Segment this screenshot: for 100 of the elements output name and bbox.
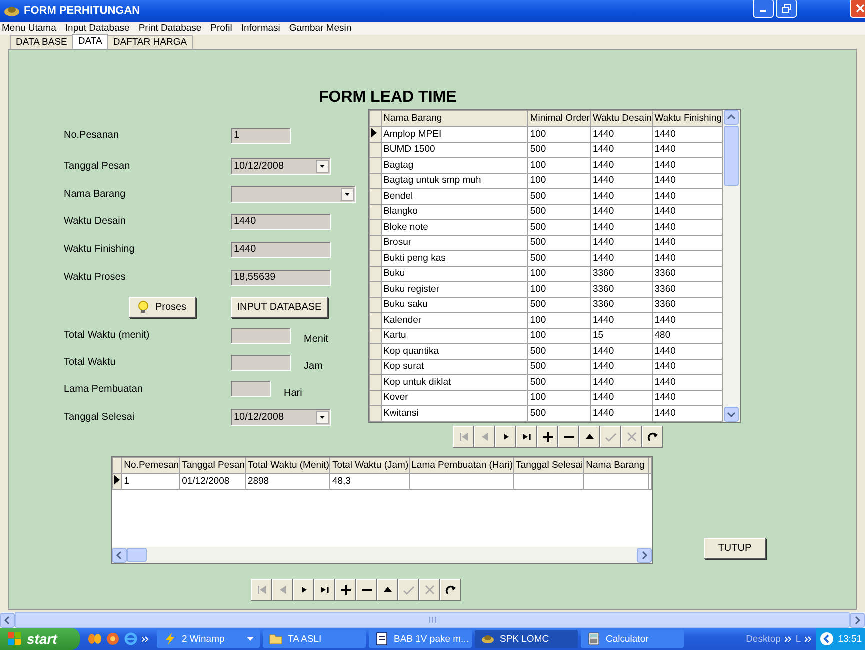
column-header[interactable]: Total Waktu (Jam) — [330, 458, 410, 473]
scroll-right-icon[interactable] — [637, 548, 652, 562]
table-cell: 2898 — [245, 473, 330, 489]
field-label: Nama Barang — [64, 188, 127, 200]
menu-item[interactable]: Input Database — [65, 23, 130, 34]
navigator-button[interactable] — [335, 579, 356, 601]
field-label: Total Waktu (menit) — [64, 330, 151, 341]
menu-item[interactable]: Menu Utama — [2, 23, 56, 34]
table-cell: 100 — [528, 158, 590, 173]
windows-flag-icon — [8, 632, 22, 646]
column-header[interactable]: Nama Barang — [584, 458, 648, 473]
navigator-button[interactable] — [537, 426, 558, 448]
text-field[interactable]: 1 — [231, 128, 291, 144]
navigator-button[interactable] — [495, 426, 516, 448]
tab[interactable]: DATA — [72, 34, 108, 49]
field-label: Waktu Desain — [64, 216, 127, 227]
chevron-icon[interactable] — [784, 636, 792, 642]
table-cell: 48,3 — [330, 473, 410, 489]
navigator-button[interactable] — [558, 426, 579, 448]
minimize-button[interactable] — [753, 0, 774, 18]
menu-item[interactable]: Profil — [210, 23, 232, 34]
toolbar-label[interactable]: L — [796, 634, 802, 644]
refresh-icon — [444, 584, 456, 596]
chevron-icon[interactable] — [805, 636, 812, 642]
row-indicator[interactable] — [370, 126, 382, 142]
column-header[interactable]: Waktu Finishing — [652, 110, 722, 126]
table-cell: 3360 — [590, 282, 652, 297]
table-cell: 1440 — [652, 173, 722, 188]
navigator-button[interactable] — [440, 579, 461, 601]
column-header[interactable]: Minimal Order — [528, 110, 590, 126]
navigator-button[interactable] — [516, 426, 537, 448]
action-button[interactable]: INPUT DATABASE — [231, 296, 328, 318]
dropdown-field[interactable]: 10/12/2008 — [231, 408, 331, 426]
vertical-scrollbar[interactable] — [723, 110, 740, 422]
scroll-left-icon[interactable] — [112, 548, 127, 562]
column-header[interactable]: Tanggal Selesai — [514, 458, 584, 473]
table-cell: 1440 — [652, 312, 722, 328]
table-cell: Kwitansi — [381, 406, 528, 421]
media-icon[interactable] — [106, 632, 120, 646]
scroll-down-icon[interactable] — [724, 407, 739, 422]
taskbar-button[interactable]: TA ASLI — [263, 630, 366, 648]
field-label: Waktu Finishing — [64, 244, 136, 255]
menu-item[interactable]: Gambar Mesin — [289, 23, 352, 34]
table-cell: Bukti peng kas — [381, 250, 528, 266]
table-cell: 15 — [590, 328, 652, 344]
dropdown-field[interactable]: 10/12/2008 — [231, 158, 331, 175]
first-record-icon — [256, 584, 268, 596]
row-indicator[interactable] — [112, 473, 122, 489]
scrollbar-thumb[interactable] — [724, 126, 739, 186]
column-header[interactable]: Lama Pembuatan (Hari) — [409, 458, 514, 473]
navigator-button[interactable] — [293, 579, 314, 601]
table-cell: 1440 — [590, 188, 652, 204]
scroll-up-icon[interactable] — [724, 110, 739, 125]
taskbar-button[interactable]: Calculator — [581, 630, 684, 648]
column-header[interactable]: Total Waktu (Menit) — [245, 458, 330, 473]
taskbar-button[interactable]: BAB 1V pake m... — [369, 630, 472, 648]
column-header[interactable]: Nama Barang — [381, 110, 528, 126]
text-field[interactable] — [231, 354, 291, 370]
table-cell: 1440 — [590, 406, 652, 421]
table-cell: Kalender — [381, 312, 528, 328]
menu-item[interactable]: Print Database — [138, 23, 202, 34]
butterfly-icon[interactable] — [88, 632, 102, 646]
scrollbar-thumb[interactable] — [127, 548, 147, 562]
navigator-button[interactable] — [579, 426, 600, 448]
taskbar-button[interactable]: SPK LOMC — [475, 630, 578, 648]
menu-item[interactable]: Informasi — [241, 23, 280, 34]
field-label: Tanggal Pesan — [64, 161, 132, 172]
table-cell: 500 — [528, 250, 590, 266]
navigator-button[interactable] — [314, 579, 335, 601]
chevron-icon[interactable] — [142, 636, 149, 642]
navigator-button[interactable] — [356, 579, 377, 601]
action-button[interactable]: Proses — [129, 296, 196, 318]
text-field[interactable] — [231, 328, 291, 344]
tab[interactable]: DAFTAR HARGA — [107, 35, 194, 49]
browser-icon[interactable] — [124, 632, 138, 646]
last-record-icon — [318, 584, 330, 596]
text-field[interactable]: 1440 — [231, 242, 331, 258]
scroll-right-icon[interactable] — [850, 612, 865, 628]
maximize-button[interactable] — [776, 0, 797, 18]
scroll-left-icon[interactable] — [0, 612, 15, 628]
text-field[interactable]: 1440 — [231, 214, 331, 230]
column-header[interactable]: Waktu Desain — [590, 110, 652, 126]
text-field[interactable]: 18,55639 — [231, 270, 331, 286]
table-cell: 1440 — [590, 344, 652, 359]
navigator-button[interactable] — [377, 579, 398, 601]
horizontal-scrollbar[interactable] — [112, 547, 652, 563]
close-button[interactable]: TUTUP — [704, 538, 766, 559]
tab[interactable]: DATA BASE — [10, 35, 74, 49]
document-icon — [375, 632, 389, 646]
table-cell: 1440 — [590, 158, 652, 173]
taskbar-button[interactable]: 2 Winamp — [157, 630, 260, 648]
navigator-button[interactable] — [642, 426, 663, 448]
table-cell: 1440 — [590, 250, 652, 266]
table-cell: 1440 — [652, 250, 722, 266]
horizontal-scrollbar[interactable] — [0, 612, 865, 628]
column-header[interactable]: No.Pemesan — [122, 458, 180, 473]
column-header[interactable]: Tanggal Pesan — [180, 458, 246, 473]
text-field[interactable] — [231, 381, 271, 397]
field-label: Lama Pembuatan — [64, 384, 144, 394]
dropdown-field[interactable] — [231, 186, 356, 202]
